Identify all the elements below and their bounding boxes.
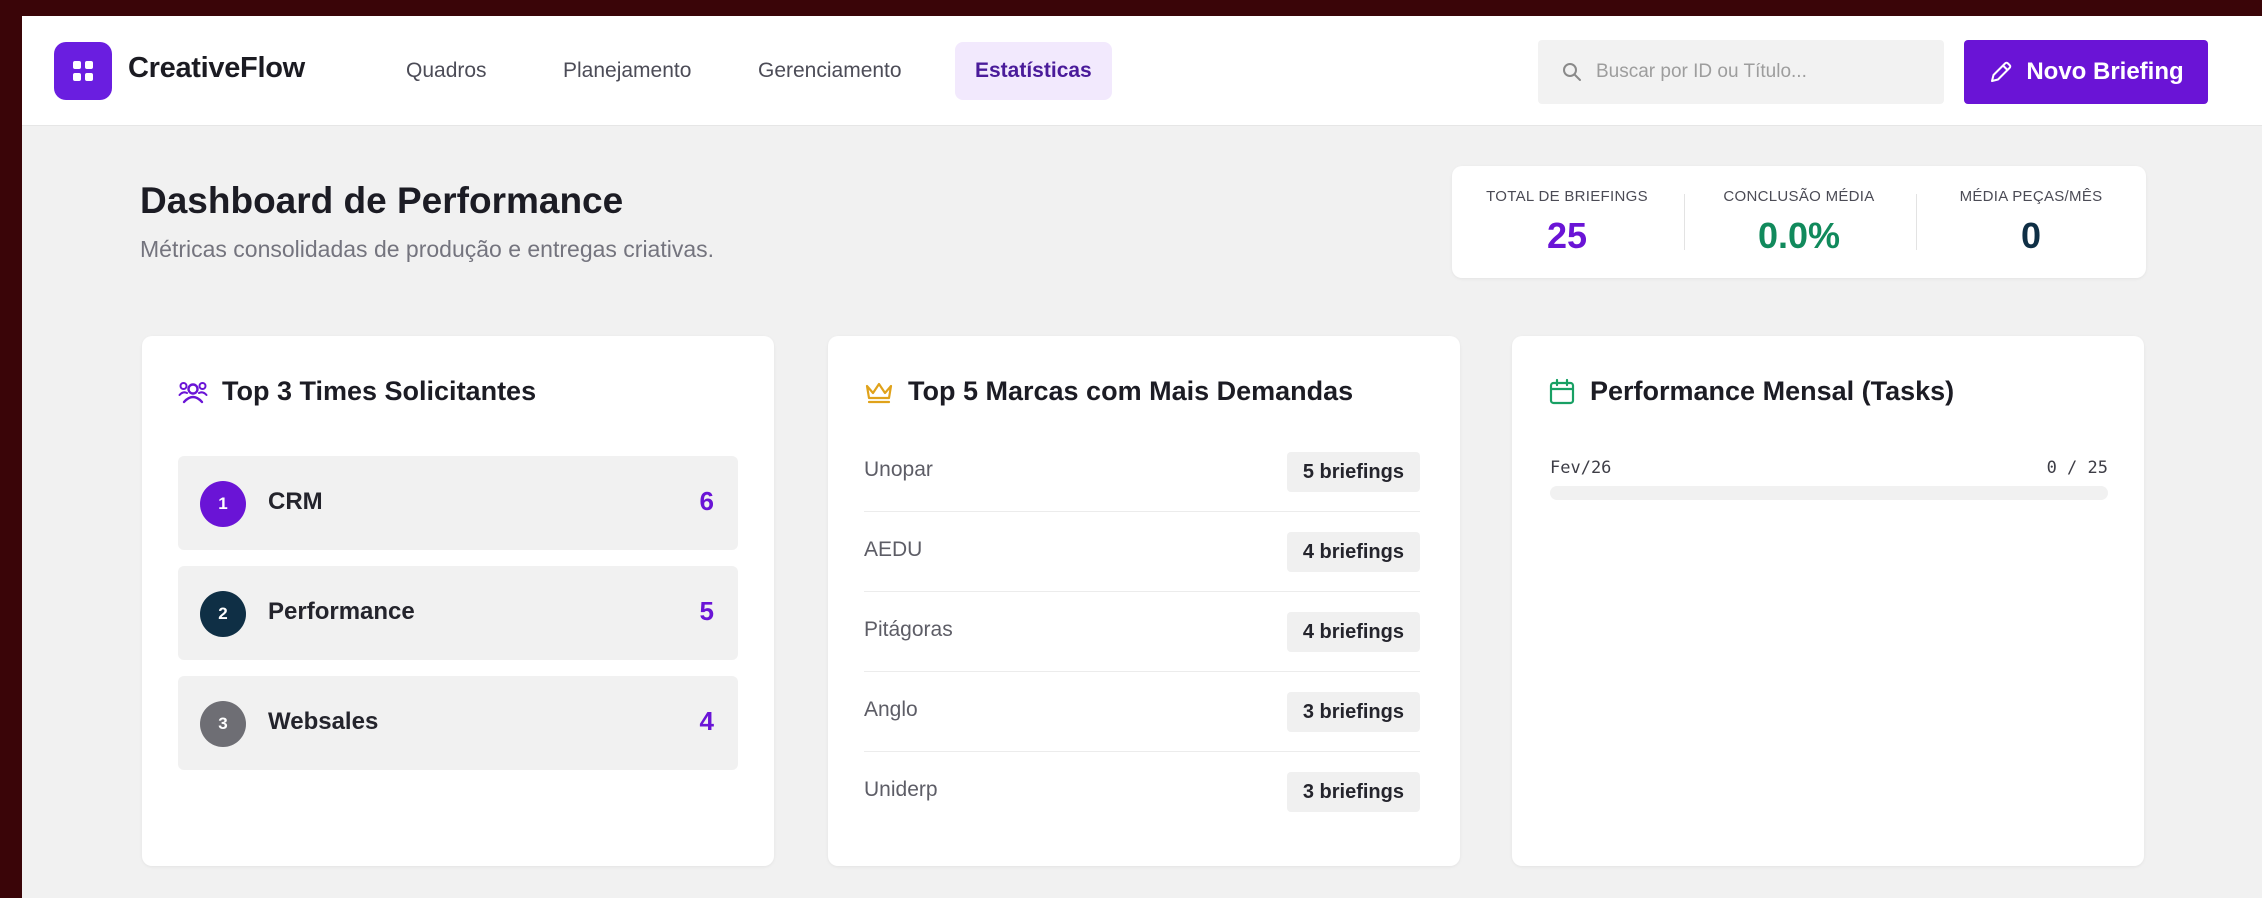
new-briefing-button[interactable]: Novo Briefing	[1964, 40, 2208, 104]
crown-icon	[864, 379, 894, 405]
briefings-count-badge: 3 briefings	[1286, 772, 1420, 812]
stat-value: 0	[2020, 214, 2042, 256]
stats-summary: TOTAL DE BRIEFINGS 25 CONCLUSÃO MÉDIA 0.…	[1452, 166, 2146, 278]
search-icon	[1563, 63, 1581, 81]
briefings-count-badge: 4 briefings	[1286, 612, 1420, 652]
nav-estatisticas[interactable]: Estatísticas	[955, 42, 1112, 100]
nav-label: Gerenciamento	[758, 59, 902, 82]
calendar-icon	[1548, 378, 1576, 406]
brand-name: Unopar	[864, 458, 933, 481]
top-teams-card: Top 3 Times Solicitantes 1 CRM 6 2 Perfo…	[142, 336, 774, 866]
rank-badge: 3	[200, 701, 246, 747]
month-label: Fev/26	[1550, 458, 1612, 478]
stat-average-completion: CONCLUSÃO MÉDIA 0.0%	[1684, 166, 1914, 278]
grid-icon	[73, 61, 93, 81]
team-row[interactable]: 3 Websales 4	[178, 676, 738, 770]
monthly-performance-card: Performance Mensal (Tasks) Fev/26 0 / 25	[1512, 336, 2144, 866]
nav-quadros[interactable]: Quadros	[386, 42, 507, 100]
team-name: Websales	[268, 708, 379, 735]
brand-row: Uniderp 3 briefings	[864, 752, 1420, 832]
brand-name: Anglo	[864, 698, 918, 721]
brand-name: Uniderp	[864, 778, 938, 801]
briefings-count-badge: 5 briefings	[1286, 452, 1420, 492]
card-title: Top 5 Marcas com Mais Demandas	[864, 376, 1353, 407]
top-brands-card: Top 5 Marcas com Mais Demandas Unopar 5 …	[828, 336, 1460, 866]
nav-label: Planejamento	[563, 59, 692, 82]
team-name: CRM	[268, 488, 323, 515]
month-progress-value: 0 / 25	[2046, 458, 2108, 478]
brand-name: AEDU	[864, 538, 923, 561]
logo[interactable]	[54, 42, 112, 100]
search-input[interactable]	[1596, 61, 1926, 83]
team-count: 6	[699, 486, 714, 516]
stat-label: CONCLUSÃO MÉDIA	[1723, 187, 1875, 205]
card-title: Top 3 Times Solicitantes	[178, 376, 536, 407]
stat-label: MÉDIA PEÇAS/MÊS	[1959, 187, 2103, 205]
month-progress-bar	[1550, 486, 2108, 500]
briefings-count-badge: 3 briefings	[1286, 692, 1420, 732]
users-icon	[178, 378, 208, 406]
card-title: Performance Mensal (Tasks)	[1548, 376, 1954, 407]
brand-row: AEDU 4 briefings	[864, 512, 1420, 592]
team-name: Performance	[268, 598, 415, 625]
page-title: Dashboard de Performance	[140, 180, 624, 221]
brand-name: Pitágoras	[864, 618, 953, 641]
pencil-icon	[1991, 61, 2012, 82]
card-title-text: Top 5 Marcas com Mais Demandas	[908, 376, 1354, 406]
app-window: CreativeFlow Quadros Planejamento Gerenc…	[22, 16, 2262, 898]
top-header: CreativeFlow Quadros Planejamento Gerenc…	[22, 16, 2262, 126]
brand-row: Anglo 3 briefings	[864, 672, 1420, 752]
nav-gerenciamento[interactable]: Gerenciamento	[738, 42, 922, 100]
nav-planejamento[interactable]: Planejamento	[543, 42, 711, 100]
nav-label: Quadros	[406, 59, 487, 82]
card-title-text: Performance Mensal (Tasks)	[1590, 376, 1955, 406]
team-row[interactable]: 2 Performance 5	[178, 566, 738, 660]
stat-value: 0.0%	[1757, 214, 1841, 256]
brand-row: Pitágoras 4 briefings	[864, 592, 1420, 672]
stat-label: TOTAL DE BRIEFINGS	[1486, 187, 1648, 205]
team-count: 5	[699, 596, 714, 626]
new-briefing-label: Novo Briefing	[2026, 58, 2184, 85]
brand-name: CreativeFlow	[128, 52, 305, 84]
stat-total-briefings: TOTAL DE BRIEFINGS 25	[1452, 166, 1682, 278]
stat-value: 25	[1546, 214, 1588, 256]
team-count: 4	[699, 706, 714, 736]
nav-label: Estatísticas	[975, 59, 1092, 82]
card-title-text: Top 3 Times Solicitantes	[222, 376, 537, 406]
team-row[interactable]: 1 CRM 6	[178, 456, 738, 550]
briefings-count-badge: 4 briefings	[1286, 532, 1420, 572]
rank-badge: 1	[200, 481, 246, 527]
page-subtitle: Métricas consolidadas de produção e entr…	[140, 236, 715, 262]
rank-badge: 2	[200, 591, 246, 637]
brand-row: Unopar 5 briefings	[864, 432, 1420, 512]
search-box[interactable]	[1538, 40, 1944, 104]
stat-pieces-per-month: MÉDIA PEÇAS/MÊS 0	[1916, 166, 2146, 278]
